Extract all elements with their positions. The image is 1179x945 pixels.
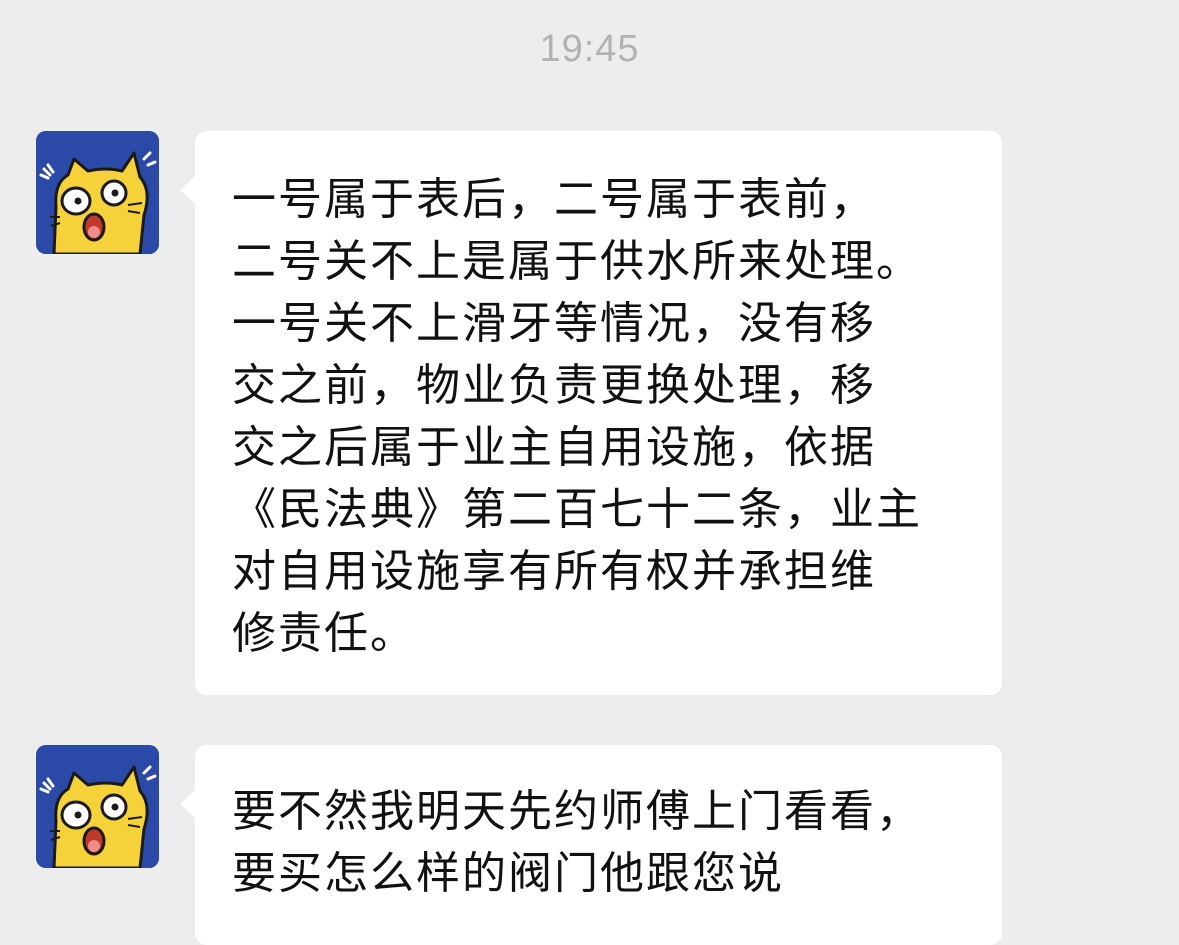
message-text: 一号属于表后，二号属于表前， 二号关不上是属于供水所来处理。 一号关不上滑牙等情… <box>232 174 922 659</box>
yellow-cat-avatar-icon <box>36 131 159 254</box>
avatar[interactable] <box>36 131 159 254</box>
message-timestamp: 19:45 <box>539 28 640 70</box>
message-bubble[interactable]: 一号属于表后，二号属于表前， 二号关不上是属于供水所来处理。 一号关不上滑牙等情… <box>180 131 1002 695</box>
message-text: 要不然我明天先约师傅上门看看， 要买怎么样的阀门他跟您说 <box>232 786 922 899</box>
avatar[interactable] <box>36 745 159 868</box>
yellow-cat-avatar-icon <box>36 745 159 868</box>
message-bubble[interactable]: 要不然我明天先约师傅上门看看， 要买怎么样的阀门他跟您说 <box>180 745 1002 945</box>
